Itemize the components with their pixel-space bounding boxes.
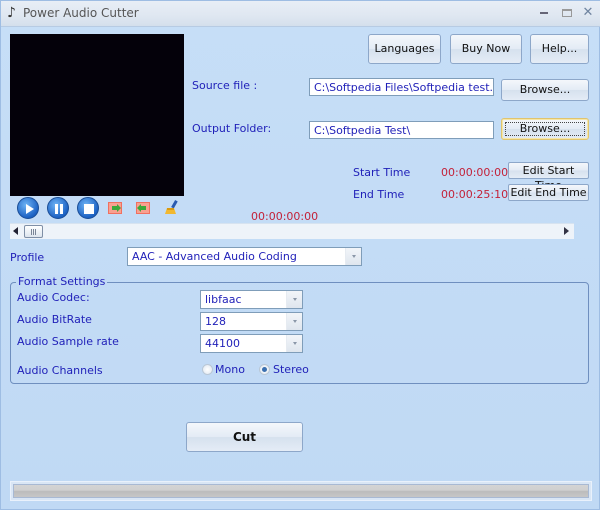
audio-sample-rate-label: Audio Sample rate — [17, 335, 119, 348]
play-icon — [26, 204, 34, 214]
edit-start-time-button[interactable]: Edit Start Time — [508, 162, 589, 192]
source-browse-button[interactable]: Browse... — [501, 79, 589, 101]
audio-sample-rate-value: 44100 — [205, 337, 240, 350]
close-button[interactable]: ✕ — [578, 4, 598, 22]
window-title: Power Audio Cutter — [23, 6, 139, 20]
end-time-value: 00:00:25:10 — [441, 188, 509, 201]
start-time-value: 00:00:00:00 — [441, 166, 509, 179]
close-icon: ✕ — [582, 5, 594, 20]
edit-end-time-button[interactable]: Edit End Time — [508, 184, 589, 201]
mono-radio[interactable] — [202, 364, 213, 375]
source-file-input[interactable]: C:\Softpedia Files\Softpedia test.mp3 — [309, 78, 494, 96]
focus-indicator — [505, 122, 585, 136]
source-file-label: Source file : — [192, 79, 258, 92]
output-folder-label: Output Folder: — [192, 122, 272, 135]
cut-button[interactable]: Cut — [186, 422, 303, 452]
audio-codec-label: Audio Codec: — [17, 291, 90, 304]
minimize-button[interactable] — [534, 4, 554, 22]
profile-selected-value: AAC - Advanced Audio Coding — [132, 250, 297, 263]
chevron-down-icon[interactable] — [345, 248, 361, 265]
profile-label: Profile — [10, 251, 45, 264]
stop-button[interactable] — [77, 197, 99, 219]
scroll-left-arrow-icon[interactable] — [13, 227, 18, 235]
set-start-marker-icon[interactable] — [108, 202, 122, 214]
output-browse-button[interactable]: Browse... — [501, 118, 589, 140]
chevron-down-icon[interactable] — [286, 335, 302, 352]
play-button[interactable] — [17, 197, 39, 219]
chevron-down-icon[interactable] — [286, 291, 302, 308]
current-time-display: 00:00:00:00 — [251, 210, 319, 223]
stop-icon — [84, 204, 94, 214]
video-preview — [10, 34, 184, 196]
buy-now-button[interactable]: Buy Now — [450, 34, 522, 64]
audio-bitrate-dropdown[interactable]: 128 — [200, 312, 303, 331]
title-bar[interactable]: ♪ Power Audio Cutter ✕ — [1, 1, 600, 27]
stereo-label[interactable]: Stereo — [273, 363, 309, 376]
audio-channels-label: Audio Channels — [17, 364, 103, 377]
stereo-radio[interactable] — [259, 364, 270, 375]
maximize-icon — [562, 8, 572, 17]
audio-codec-dropdown[interactable]: libfaac — [200, 290, 303, 309]
progress-bar — [10, 481, 592, 501]
scroll-right-arrow-icon[interactable] — [564, 227, 569, 235]
audio-codec-value: libfaac — [205, 293, 242, 306]
music-note-icon: ♪ — [7, 5, 16, 21]
help-button[interactable]: Help... — [530, 34, 589, 64]
languages-button[interactable]: Languages — [368, 34, 441, 64]
chevron-down-icon[interactable] — [286, 313, 302, 330]
end-time-label: End Time — [353, 188, 405, 201]
audio-sample-rate-dropdown[interactable]: 44100 — [200, 334, 303, 353]
start-time-label: Start Time — [353, 166, 411, 179]
output-folder-input[interactable]: C:\Softpedia Test\ — [309, 121, 494, 139]
profile-dropdown[interactable]: AAC - Advanced Audio Coding — [127, 247, 362, 266]
app-window: ♪ Power Audio Cutter ✕ Languages Buy Now… — [0, 0, 600, 510]
position-slider[interactable] — [10, 223, 574, 239]
maximize-button[interactable] — [557, 4, 577, 22]
progress-track — [13, 484, 589, 498]
position-slider-thumb[interactable] — [24, 225, 43, 238]
audio-bitrate-label: Audio BitRate — [17, 313, 92, 326]
clear-brush-icon[interactable] — [164, 200, 179, 216]
format-settings-title: Format Settings — [16, 275, 108, 288]
mono-label[interactable]: Mono — [215, 363, 245, 376]
minimize-icon — [540, 11, 548, 14]
pause-icon — [55, 204, 63, 214]
set-end-marker-icon[interactable] — [136, 202, 150, 214]
pause-button[interactable] — [47, 197, 69, 219]
audio-bitrate-value: 128 — [205, 315, 226, 328]
